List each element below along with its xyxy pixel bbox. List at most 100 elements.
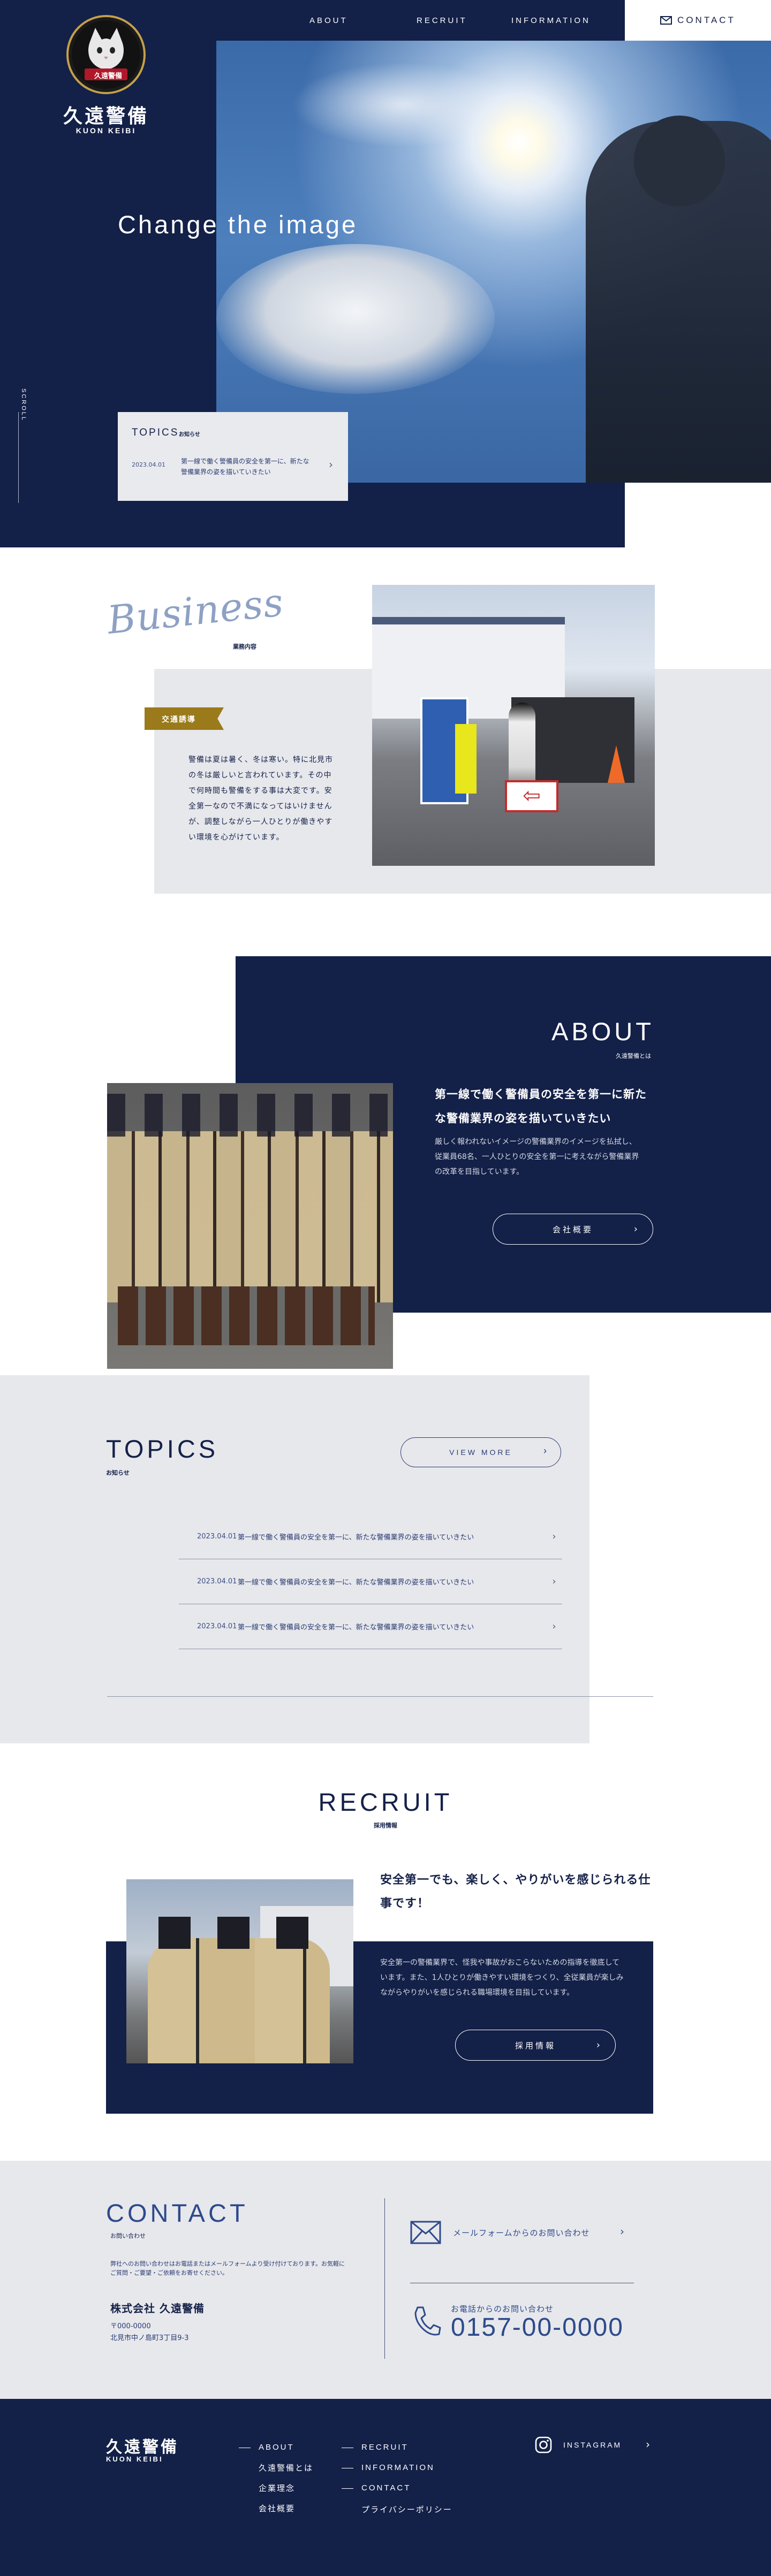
contact-note: 弊社へのお問い合わせはお電話またはメールフォームより受け付けております。お気軽に… bbox=[110, 2260, 345, 2276]
about-photo bbox=[107, 1083, 393, 1369]
contact-section bbox=[0, 2161, 771, 2399]
company-overview-button[interactable]: 会社概要 › bbox=[493, 1214, 653, 1245]
recruit-headline: 安全第一でも、楽しく、やりがいを感じられる仕事です！ bbox=[380, 1873, 651, 1910]
scroll-line bbox=[18, 412, 19, 503]
emblem-text: 久遠警備 bbox=[94, 72, 122, 80]
group-uniforms bbox=[107, 1131, 393, 1302]
view-more-button[interactable]: VIEW MORE › bbox=[400, 1437, 561, 1467]
hero-topics-card[interactable]: TOPICS お知らせ 2023.04.01 第一線で働く警備員の安全を第一に、… bbox=[118, 412, 348, 501]
hero-topics-title: TOPICS bbox=[132, 427, 179, 438]
header-logo[interactable]: 久遠警備 久遠警備 KUON KEIBI bbox=[63, 15, 149, 138]
topic-row[interactable]: 2023.04.01 第一線で働く警備員の安全を第一に、新たな警備業界の姿を描い… bbox=[179, 1514, 562, 1559]
cat-emblem-icon bbox=[72, 20, 140, 89]
contact-label: CONTACT bbox=[677, 15, 736, 25]
footer-logo-sub: KUON KEIBI bbox=[106, 2455, 163, 2463]
topic-date: 2023.04.01 bbox=[197, 1533, 237, 1541]
view-more-label: VIEW MORE bbox=[449, 1448, 512, 1457]
hero-topic-date: 2023.04.01 bbox=[132, 461, 165, 468]
topic-date: 2023.04.01 bbox=[197, 1577, 237, 1586]
group-trousers bbox=[118, 1286, 375, 1345]
nav-information[interactable]: INFORMATION bbox=[511, 16, 591, 25]
footer-link-about-us[interactable]: 久遠警備とは bbox=[259, 2462, 313, 2473]
chevron-right-icon: › bbox=[552, 1576, 556, 1587]
chevron-right-icon: › bbox=[552, 1531, 556, 1542]
business-badge-label: 交通誘導 bbox=[162, 715, 196, 724]
business-script-title: Business bbox=[105, 579, 286, 643]
logo-sub: KUON KEIBI bbox=[75, 126, 137, 135]
chevron-right-icon: › bbox=[633, 1223, 640, 1235]
recruit-body: 安全第一の警備業界で、怪我や事故がおこらないための指導を徹底しています。また、1… bbox=[380, 1958, 624, 1997]
instagram-icon bbox=[535, 2436, 552, 2453]
footer-logo-main[interactable]: 久遠警備 bbox=[106, 2434, 179, 2457]
chevron-right-icon: › bbox=[596, 2039, 602, 2051]
yellow-sign bbox=[455, 724, 477, 794]
footer-link-philosophy[interactable]: 企業理念 bbox=[259, 2482, 295, 2494]
mail-icon bbox=[410, 2221, 441, 2244]
topics-sub: お知らせ bbox=[106, 1469, 130, 1476]
recruit-info-button[interactable]: 採用情報 › bbox=[455, 2030, 616, 2061]
topics-divider bbox=[107, 1696, 653, 1697]
business-body: 警備は夏は暑く、冬は寒い。特に北見市の冬は厳しいと言われています。その中で何時間… bbox=[188, 756, 333, 842]
chevron-right-icon: › bbox=[646, 2438, 650, 2451]
footer-link-privacy[interactable]: プライバシーポリシー bbox=[361, 2504, 452, 2515]
cloud-shape-2 bbox=[291, 62, 516, 148]
hero-headline: Change the image bbox=[118, 210, 358, 239]
nav-recruit[interactable]: RECRUIT bbox=[417, 16, 467, 25]
mail-icon bbox=[660, 16, 672, 25]
recruit-info-label: 採用情報 bbox=[515, 2040, 556, 2051]
traffic-cone bbox=[608, 745, 625, 783]
about-headline: 第一線で働く警備員の安全を第一に新たな警備業界の姿を描いていきたい bbox=[435, 1088, 647, 1125]
contact-title: CONTACT bbox=[106, 2199, 248, 2227]
company-zip: 〒000-0000 bbox=[110, 2322, 151, 2330]
topics-title: TOPICS bbox=[106, 1435, 219, 1463]
business-photo: ⇦ bbox=[372, 585, 655, 866]
footer-link-contact[interactable]: CONTACT bbox=[361, 2483, 411, 2493]
recruit-heads bbox=[158, 1917, 319, 1949]
about-title: ABOUT bbox=[551, 1017, 654, 1046]
footer-link-recruit[interactable]: RECRUIT bbox=[361, 2443, 409, 2452]
topic-row[interactable]: 2023.04.01 第一線で働く警備員の安全を第一に、新たな警備業界の姿を描い… bbox=[179, 1559, 562, 1604]
group-caps bbox=[107, 1094, 393, 1137]
logo-main: 久遠警備 bbox=[63, 105, 149, 127]
footer-link-company[interactable]: 会社概要 bbox=[259, 2503, 295, 2514]
recruit-title: RECRUIT bbox=[318, 1788, 453, 1816]
business-sub: 業務内容 bbox=[233, 643, 256, 650]
tel-number[interactable]: 0157-00-0000 bbox=[451, 2313, 624, 2342]
company-address: 北見市中ノ島町3丁目9-3 bbox=[110, 2334, 189, 2342]
chevron-right-icon: › bbox=[329, 458, 333, 471]
mail-form-label: メールフォームからのお問い合わせ bbox=[453, 2228, 590, 2238]
chevron-right-icon: › bbox=[552, 1621, 556, 1632]
footer-dash bbox=[342, 2488, 353, 2489]
phone-icon bbox=[414, 2306, 441, 2336]
contact-sub: お問い合わせ bbox=[110, 2232, 146, 2239]
recruit-guards bbox=[148, 1938, 330, 2063]
instagram-label: INSTAGRAM bbox=[563, 2441, 622, 2449]
topic-text: 第一線で働く警備員の安全を第一に、新たな警備業界の姿を描いていきたい bbox=[238, 1624, 474, 1632]
guard-head bbox=[634, 116, 725, 207]
arrow-sign: ⇦ bbox=[505, 780, 558, 812]
nav-about[interactable]: ABOUT bbox=[309, 16, 348, 25]
topic-date: 2023.04.01 bbox=[197, 1622, 237, 1630]
company-overview-label: 会社概要 bbox=[552, 1224, 593, 1234]
footer-link-information[interactable]: INFORMATION bbox=[361, 2463, 435, 2472]
about-sub: 久遠警備とは bbox=[616, 1053, 651, 1060]
instagram-link[interactable]: INSTAGRAM › bbox=[534, 2436, 657, 2455]
hero-topics-sub: お知らせ bbox=[179, 432, 200, 438]
topic-text: 第一線で働く警備員の安全を第一に、新たな警備業界の姿を描いていきたい bbox=[238, 1534, 474, 1542]
scroll-indicator[interactable]: SCROLL bbox=[20, 388, 27, 422]
recruit-sub: 採用情報 bbox=[374, 1822, 397, 1829]
about-body: 厳しく報われないイメージの警備業界のイメージを払拭し、従業員68名、一人ひとりの… bbox=[435, 1138, 639, 1176]
logo-emblem: 久遠警備 bbox=[66, 15, 146, 94]
cloud-shape bbox=[216, 244, 495, 394]
footer-link-about[interactable]: ABOUT bbox=[259, 2443, 294, 2452]
mail-form-link[interactable]: メールフォームからのお問い合わせ › bbox=[410, 2221, 635, 2245]
topic-text: 第一線で働く警備員の安全を第一に、新たな警備業界の姿を描いていきたい bbox=[238, 1579, 474, 1587]
recruit-photo bbox=[126, 1879, 353, 2063]
contact-divider-v bbox=[384, 2198, 385, 2359]
chevron-right-icon: › bbox=[543, 1445, 549, 1456]
hero-topic-text[interactable]: 第一線で働く警備員の安全を第一に、新たな警備業界の姿を描いていきたい bbox=[181, 456, 315, 477]
company-name: 株式会社 久遠警備 bbox=[110, 2302, 205, 2315]
contact-button[interactable]: CONTACT bbox=[625, 0, 771, 41]
topic-row[interactable]: 2023.04.01 第一線で働く警備員の安全を第一に、新たな警備業界の姿を描い… bbox=[179, 1604, 562, 1649]
chevron-right-icon: › bbox=[620, 2225, 624, 2238]
